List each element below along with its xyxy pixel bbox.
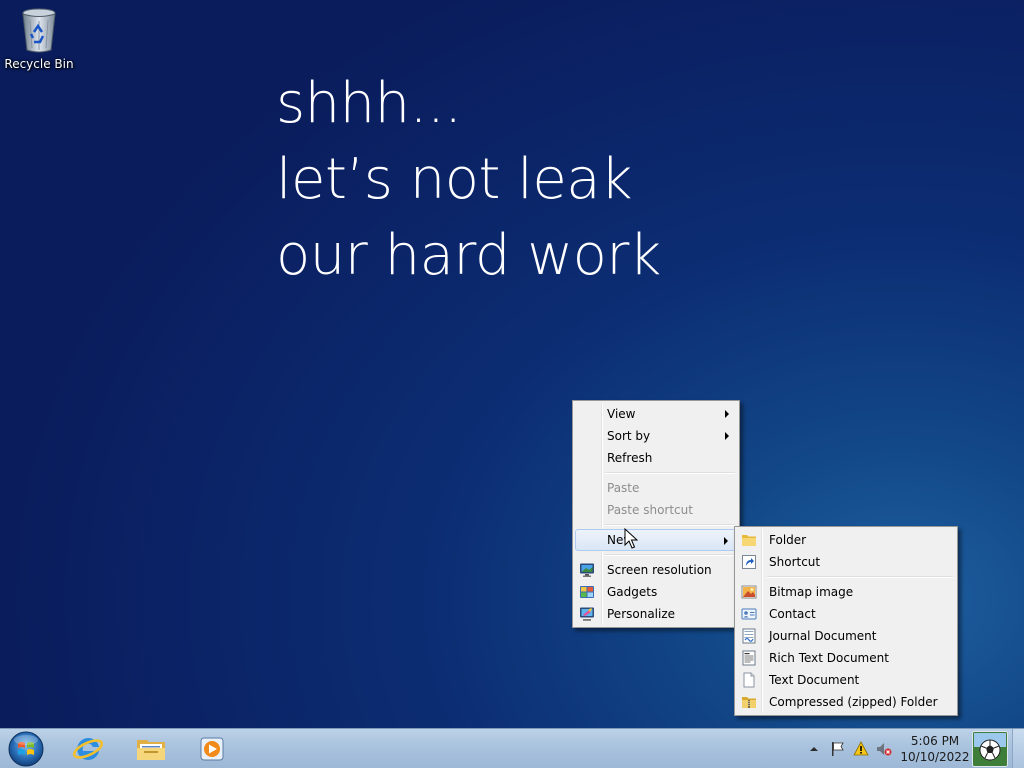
taskbar: 5:06 PM 10/10/2022 <box>0 728 1024 768</box>
folder-icon <box>742 535 756 546</box>
taskbar-windows-explorer[interactable] <box>123 731 179 767</box>
menu-item-label: Paste shortcut <box>607 503 693 517</box>
taskbar-media-player[interactable] <box>184 731 240 767</box>
submenu-arrow-icon <box>725 410 729 418</box>
menu-item-label: Compressed (zipped) Folder <box>769 695 938 709</box>
menu-item-label: Refresh <box>607 451 653 465</box>
show-desktop-button[interactable] <box>1012 729 1024 768</box>
new-item-journal-document[interactable]: Journal Document <box>737 625 955 647</box>
new-submenu: Folder Shortcut Bitmap image Contact Jou… <box>734 526 958 716</box>
menu-item-label: Rich Text Document <box>769 651 889 665</box>
action-center-flag-icon[interactable] <box>830 741 846 757</box>
show-hidden-icons-arrow[interactable] <box>806 741 822 757</box>
menu-item-label: Bitmap image <box>769 585 854 599</box>
desktop-icon-label: Recycle Bin <box>4 57 74 71</box>
submenu-arrow-icon <box>725 432 729 440</box>
volume-muted-icon[interactable] <box>876 741 892 757</box>
text-document-icon <box>743 672 755 688</box>
menu-item-screen-resolution[interactable]: Screen resolution <box>575 559 737 581</box>
user-avatar-soccer-ball-icon[interactable] <box>972 731 1008 767</box>
new-item-bitmap-image[interactable]: Bitmap image <box>737 581 955 603</box>
menu-item-refresh[interactable]: Refresh <box>575 447 737 469</box>
wallpaper-line: shhh... <box>276 71 462 136</box>
menu-separator <box>605 469 737 477</box>
windows-explorer-icon <box>137 740 165 760</box>
media-player-icon <box>200 737 224 761</box>
menu-separator <box>605 551 737 559</box>
new-item-text-document[interactable]: Text Document <box>737 669 955 691</box>
personalize-icon <box>580 607 594 621</box>
new-item-rich-text-document[interactable]: Rich Text Document <box>737 647 955 669</box>
monitor-icon <box>580 563 594 577</box>
clock-date: 10/10/2022 <box>900 750 970 764</box>
menu-item-label: Gadgets <box>607 585 658 599</box>
menu-item-sort-by[interactable]: Sort by <box>575 425 737 447</box>
taskbar-clock[interactable]: 5:06 PM 10/10/2022 <box>900 733 970 765</box>
clock-time: 5:06 PM <box>910 734 960 748</box>
wallpaper-line: let’s not leak <box>276 147 633 212</box>
menu-item-label: Screen resolution <box>607 563 712 577</box>
menu-item-paste-shortcut[interactable]: Paste shortcut <box>575 499 737 521</box>
desktop-context-menu: View Sort by Refresh Paste Paste shortcu… <box>572 400 740 628</box>
desktop-icon-recycle-bin[interactable]: Recycle Bin <box>4 6 74 76</box>
taskbar-internet-explorer[interactable] <box>60 731 116 767</box>
start-button-windows-orb-icon[interactable] <box>4 730 48 768</box>
menu-item-label: Personalize <box>607 607 676 621</box>
wallpaper-line: our hard work <box>276 223 661 288</box>
bitmap-icon <box>741 585 757 599</box>
menu-item-label: Journal Document <box>769 629 877 643</box>
new-item-compressed-folder[interactable]: Compressed (zipped) Folder <box>737 691 955 713</box>
menu-item-label: Sort by <box>607 429 651 443</box>
menu-item-label: View <box>607 407 636 421</box>
gadgets-icon <box>580 586 594 598</box>
menu-item-view[interactable]: View <box>575 403 737 425</box>
internet-explorer-icon <box>72 737 104 760</box>
submenu-arrow-icon <box>724 537 728 545</box>
mouse-cursor-icon <box>624 528 638 549</box>
contact-icon <box>741 608 757 620</box>
new-item-folder[interactable]: Folder <box>737 529 955 551</box>
shortcut-icon <box>742 555 756 569</box>
menu-item-label: Folder <box>769 533 807 547</box>
menu-item-new[interactable]: New <box>575 529 737 551</box>
zip-folder-icon <box>742 697 756 708</box>
menu-item-label: Contact <box>769 607 816 621</box>
recycle-bin-icon <box>22 8 56 53</box>
warning-icon[interactable] <box>853 741 869 757</box>
new-item-shortcut[interactable]: Shortcut <box>737 551 955 573</box>
menu-separator <box>767 573 955 581</box>
menu-item-personalize[interactable]: Personalize <box>575 603 737 625</box>
menu-item-label: Paste <box>607 481 640 495</box>
menu-item-gadgets[interactable]: Gadgets <box>575 581 737 603</box>
menu-item-paste[interactable]: Paste <box>575 477 737 499</box>
rich-text-icon <box>742 650 756 666</box>
wallpaper-text: shhh... let’s not leak our hard work <box>276 66 661 294</box>
journal-icon <box>742 628 756 644</box>
menu-item-label: Text Document <box>769 673 860 687</box>
menu-item-label: Shortcut <box>769 555 821 569</box>
new-item-contact[interactable]: Contact <box>737 603 955 625</box>
